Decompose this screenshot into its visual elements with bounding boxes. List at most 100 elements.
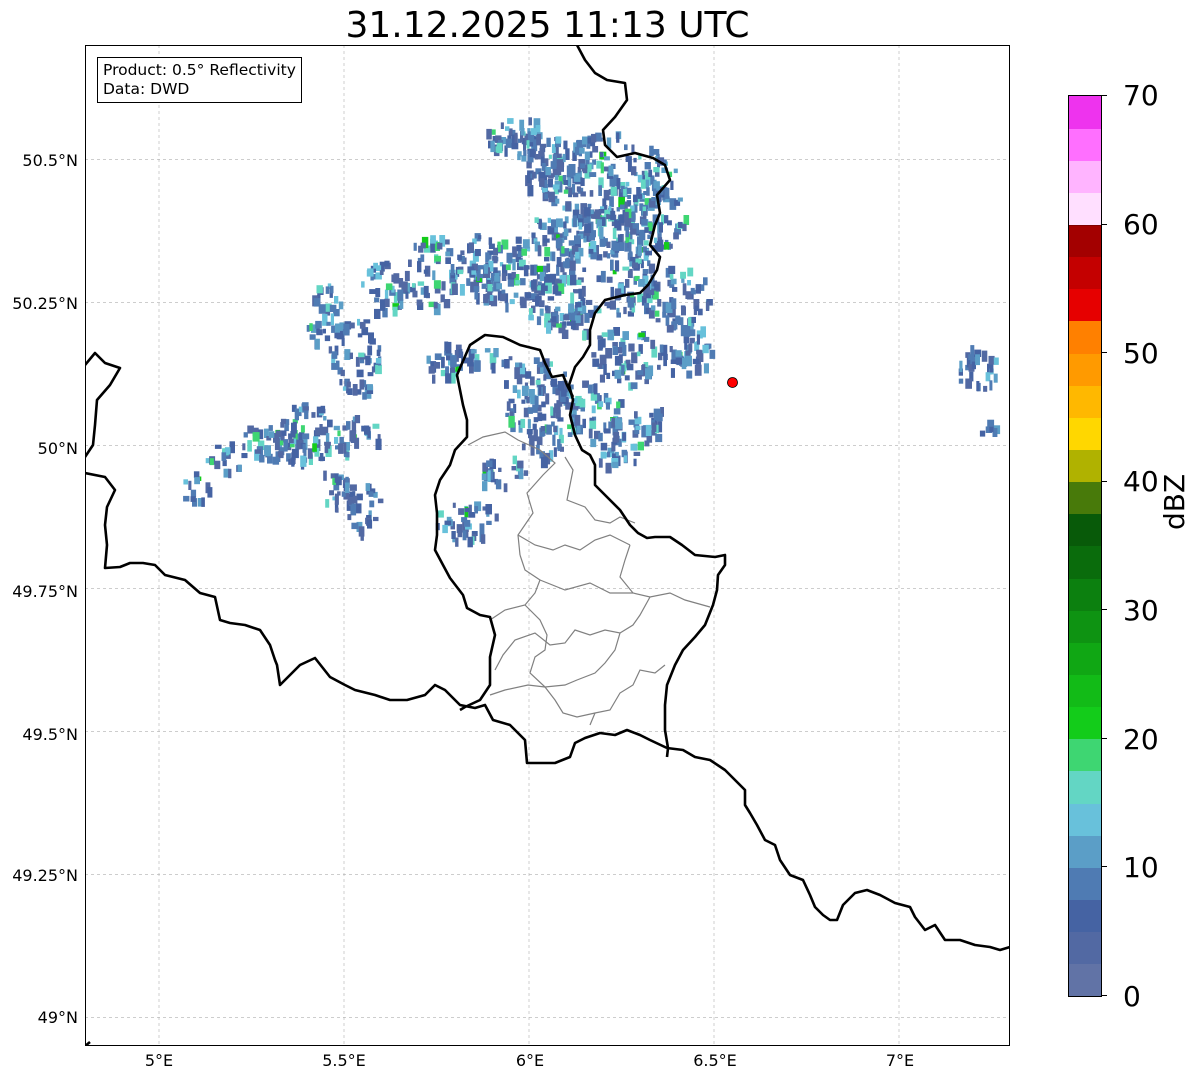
radar-echo-pixel (589, 420, 597, 430)
radar-echo-pixel (622, 432, 627, 441)
radar-echo-pixel (347, 388, 353, 395)
radar-echo-pixel (657, 364, 661, 370)
radar-echo-pixel (344, 349, 351, 360)
radar-echo-pixel (624, 211, 629, 223)
radar-echo-pixel (669, 346, 673, 353)
radar-echo-pixel (631, 166, 637, 176)
radar-echo-pixel (433, 280, 441, 289)
radar-echo-pixel (326, 321, 331, 326)
radar-echo-pixel (384, 260, 390, 267)
radar-echo-pixel (374, 308, 381, 319)
radar-echo-pixel (623, 189, 627, 197)
radar-echo-pixel (495, 479, 502, 490)
radar-echo-pixel (356, 369, 364, 378)
radar-echo-pixel (183, 495, 190, 502)
radar-echo-pixel (329, 304, 337, 312)
radar-echo-pixel (334, 437, 339, 444)
radar-echo-pixel (696, 334, 700, 345)
radar-echo-pixel (525, 371, 532, 379)
radar-echo-pixel (264, 445, 271, 457)
radar-echo-pixel (645, 179, 649, 188)
colorbar-segment (1069, 417, 1101, 451)
radar-echo-pixel (527, 172, 531, 184)
radar-echo-pixel (514, 367, 520, 380)
radar-echo-pixel (627, 363, 634, 371)
colorbar-segment (1069, 224, 1101, 258)
radar-echo-pixel (361, 425, 365, 432)
radar-echo-pixel (647, 234, 651, 240)
lat-tick-49-5: 49.5°N (22, 725, 78, 744)
radar-echo-pixel (584, 207, 591, 217)
radar-echo-pixel (331, 325, 336, 333)
radar-echo-pixel (459, 284, 465, 296)
radar-echo-pixel (623, 306, 627, 315)
radar-echo-pixel (643, 191, 648, 195)
radar-echo-pixel (474, 249, 481, 257)
radar-echo-pixel (505, 264, 511, 271)
radar-echo-pixel (194, 477, 200, 485)
radar-map[interactable] (85, 45, 1010, 1046)
radar-echo-pixel (376, 349, 381, 356)
radar-echo-pixel (612, 461, 619, 469)
radar-echo-pixel (330, 473, 335, 479)
radar-echo-pixel (608, 206, 612, 212)
radar-echo-pixel (252, 432, 260, 442)
radar-echo-pixel (441, 356, 445, 368)
radar-echo-pixel (288, 438, 294, 444)
radar-echo-pixel (628, 156, 632, 168)
radar-echo-pixel (591, 133, 597, 143)
radar-echo-pixel (544, 305, 549, 311)
radar-echo-pixel (547, 296, 555, 301)
radar-echo-pixel (322, 328, 326, 334)
radar-echo-pixel (527, 407, 533, 414)
radar-echo-pixel (405, 291, 409, 299)
radar-echo-pixel (694, 364, 702, 376)
radar-echo-pixel (359, 379, 365, 390)
radar-echo-pixel (606, 253, 611, 259)
lon-tick-5: 5°E (144, 1051, 174, 1070)
radar-echo-pixel (983, 385, 988, 392)
radar-echo-pixel (521, 443, 526, 451)
radar-echo-pixel (598, 363, 603, 369)
radar-echo-pixel (247, 440, 252, 452)
radar-echo-pixel (458, 348, 463, 358)
radar-echo-pixel (426, 355, 431, 364)
radar-echo-pixel (478, 235, 482, 240)
colorbar-segment (1069, 706, 1101, 740)
radar-echo-pixel (338, 443, 344, 454)
radar-echo-pixel (521, 155, 527, 162)
radar-echo-pixel (380, 299, 385, 311)
radar-echo-pixel (328, 346, 333, 354)
radar-echo-pixel (314, 338, 320, 350)
colorbar-segment (1069, 738, 1101, 772)
radar-echo-pixel (603, 428, 611, 434)
radar-echo-pixel (528, 117, 532, 126)
radar-echo-pixel (548, 154, 552, 159)
radar-echo-pixel (214, 460, 221, 470)
colorbar-tick (1101, 737, 1107, 739)
radar-echo-pixel (434, 255, 441, 262)
radar-echo-pixel (514, 474, 520, 479)
radar-echo-pixel (319, 453, 324, 462)
radar-echo-pixel (323, 416, 327, 421)
colorbar-label-70: 70 (1123, 79, 1159, 112)
radar-echo-pixel (606, 276, 613, 283)
radar-echo-pixel (582, 267, 587, 272)
radar-echo-pixel (993, 357, 999, 365)
radar-echo-pixel (598, 458, 603, 468)
radar-echo-pixel (512, 385, 518, 393)
radar-echo-pixel (644, 379, 649, 385)
radar-echo-pixel (362, 392, 367, 400)
radar-echo-pixel (517, 460, 524, 469)
radar-echo-pixel (569, 260, 576, 271)
radar-echo-pixel (520, 278, 526, 286)
radar-echo-pixel (420, 254, 425, 262)
radar-echo-pixel (432, 374, 436, 384)
radar-echo-pixel (588, 249, 594, 254)
radar-echo-pixel (369, 289, 376, 294)
radar-echo-pixel (493, 348, 499, 358)
radar-echo-pixel (580, 407, 585, 412)
radar-echo-pixel (673, 232, 679, 240)
radar-echo-pixel (633, 194, 638, 203)
radar-echo-pixel (578, 222, 583, 230)
